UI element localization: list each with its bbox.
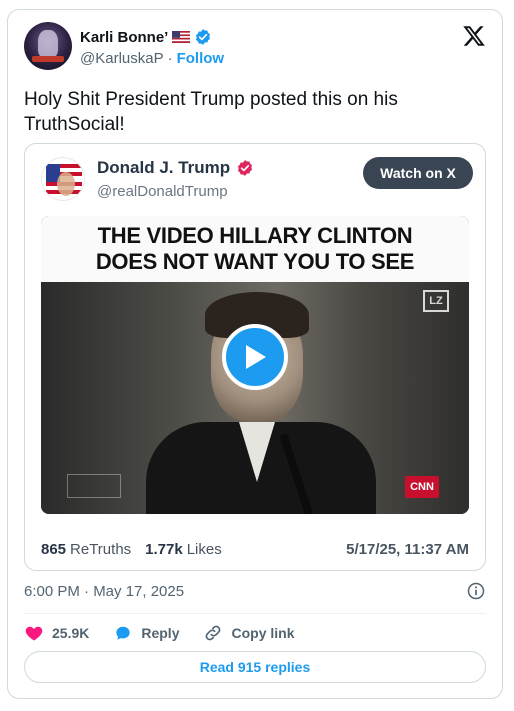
author-handle-row: @KarluskaP · Follow [80,50,224,67]
retruths-label: ReTruths [70,541,132,558]
x-logo-icon[interactable] [462,24,486,48]
copy-link-action[interactable]: Copy link [203,623,295,643]
us-flag-icon [172,31,191,43]
quoted-display-name[interactable]: Donald J. Trump [97,158,230,178]
quoted-post-card[interactable]: Donald J. Trump @realDonaldTrump Watch o… [24,143,486,571]
flag-avatar-icon [42,158,84,200]
tweet-embed-card: Karli Bonne’ @KarluskaP · Follow Holy Sh… [7,9,503,699]
read-replies-button[interactable]: Read 915 replies [24,651,486,683]
cnn-logo: CNN [405,476,439,498]
reply-action[interactable]: Reply [113,623,179,643]
follow-button[interactable]: Follow [177,50,225,67]
quoted-post-date: 5/17/25, 11:37 AM [346,541,469,558]
video-headline-line1: THE VIDEO HILLARY CLINTON [97,223,413,248]
quoted-name-row: Donald J. Trump [97,158,254,178]
like-count: 25.9K [52,625,90,641]
likes-stat: 1.77k Likes [145,541,222,558]
quoted-handle[interactable]: @realDonaldTrump [97,183,228,200]
copy-link-label: Copy link [231,625,295,641]
handle-separator: · [167,50,173,67]
lz-watermark: LZ [423,290,449,312]
likes-label: Likes [186,541,222,558]
author-display-name[interactable]: Karli Bonne’ [80,29,168,46]
verified-badge-icon [196,29,211,45]
reply-label: Reply [141,625,180,641]
reply-bubble-icon [116,626,131,640]
retruths-count: 865 [41,541,67,558]
play-button[interactable] [222,324,288,390]
video-thumbnail: LZ CNN [41,282,469,514]
divider [24,613,486,614]
likes-count: 1.77k [145,541,183,558]
video-headline-line2: DOES NOT WANT YOU TO SEE [95,249,415,274]
watch-on-x-button[interactable]: Watch on X [363,157,473,189]
play-icon [246,345,266,369]
like-action[interactable]: 25.9K [24,623,89,643]
tweet-timestamp[interactable]: 6:00 PM · May 17, 2025 [24,583,184,600]
video-player[interactable]: THE VIDEO HILLARY CLINTON DOES NOT WANT … [41,216,469,514]
retruths-stat: 865 ReTruths [41,541,131,558]
quoted-author-avatar[interactable] [41,157,85,201]
quoted-stats-row: 865 ReTruths 1.77k Likes 5/17/25, 11:37 … [41,541,469,558]
link-icon [206,625,221,641]
truth-verified-badge-icon [238,160,253,176]
tweet-text: Holy Shit President Trump posted this on… [24,89,398,135]
author-handle[interactable]: @KarluskaP [80,50,164,67]
corner-watermark [67,474,121,498]
info-icon[interactable] [466,581,486,601]
video-headline: THE VIDEO HILLARY CLINTON DOES NOT WANT … [41,216,469,282]
author-avatar[interactable] [24,22,72,70]
heart-icon [25,626,43,641]
author-name-row: Karli Bonne’ [80,27,212,47]
tweet-meta-row: 6:00 PM · May 17, 2025 [24,581,486,601]
tweet-actions: 25.9K Reply Copy link [24,622,319,644]
